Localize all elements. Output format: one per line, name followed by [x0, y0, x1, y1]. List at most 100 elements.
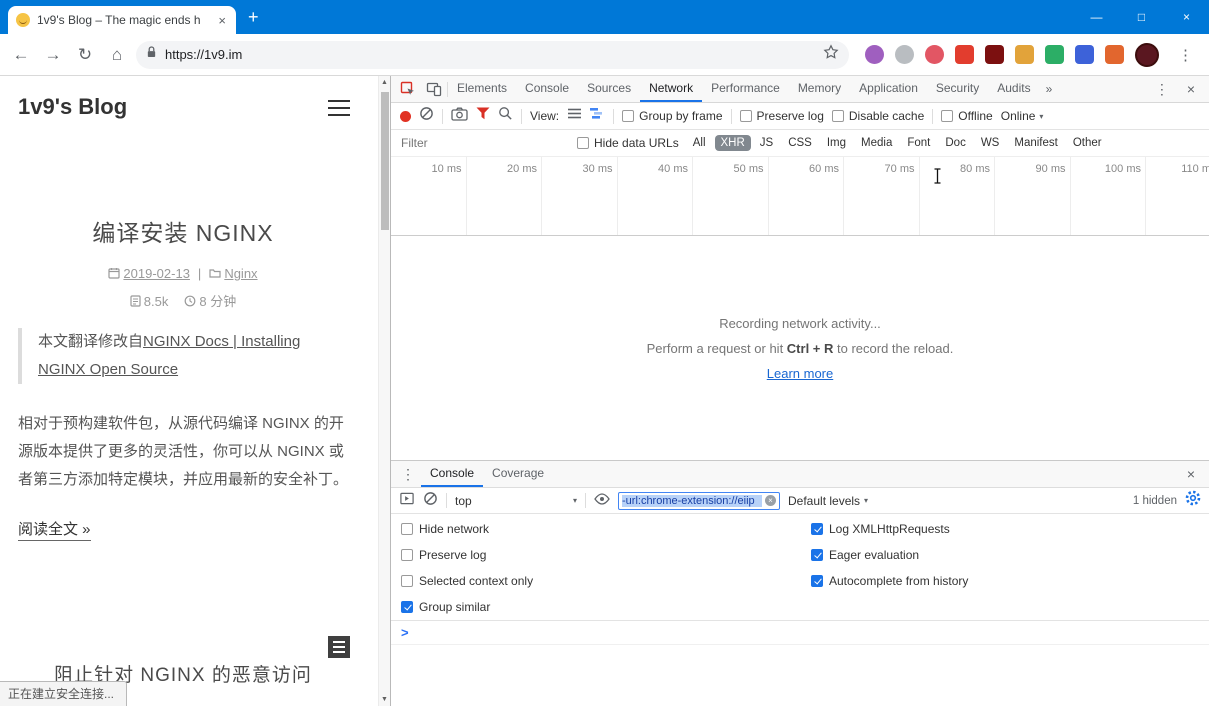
checkbox[interactable]	[622, 110, 635, 122]
padlock-icon[interactable]	[146, 45, 157, 64]
group-by-frame-checkbox[interactable]: Group by frame	[622, 109, 723, 123]
learn-more-link[interactable]: Learn more	[767, 366, 833, 381]
console-filter-input[interactable]: -url:chrome-extension://eiip ×	[618, 491, 780, 510]
extension-icon-8[interactable]	[1075, 45, 1094, 64]
console-settings-gear-icon[interactable]	[1185, 490, 1201, 511]
tab-performance[interactable]: Performance	[702, 76, 789, 102]
autocomplete-from-history-setting[interactable]: Autocomplete from history	[801, 568, 968, 594]
filter-pill-media[interactable]: Media	[855, 135, 898, 151]
drawer-tab-coverage[interactable]: Coverage	[483, 461, 553, 487]
tab-application[interactable]: Application	[850, 76, 927, 102]
group-similar-setting[interactable]: Group similar	[391, 594, 801, 620]
extension-icon-1[interactable]	[865, 45, 884, 64]
filter-pill-manifest[interactable]: Manifest	[1008, 135, 1063, 151]
post-category-link[interactable]: Nginx	[224, 266, 257, 281]
console-prompt[interactable]: >	[391, 621, 1209, 645]
bookmark-star-icon[interactable]	[823, 44, 839, 65]
network-timeline[interactable]: 10 ms 20 ms 30 ms 40 ms 50 ms 60 ms 70 m…	[391, 157, 1209, 236]
checkbox[interactable]	[811, 575, 823, 587]
filter-funnel-icon[interactable]	[476, 107, 490, 125]
checkbox[interactable]	[831, 110, 844, 122]
live-expression-eye-icon[interactable]	[594, 492, 610, 510]
devtools-menu-icon[interactable]: ⋮	[1147, 81, 1177, 98]
log-xmlhttprequests-setting[interactable]: Log XMLHttpRequests	[801, 516, 968, 542]
log-levels-dropdown[interactable]: Default levels ▾	[788, 494, 868, 508]
profile-avatar[interactable]	[1135, 42, 1159, 67]
home-icon[interactable]: ⌂	[104, 42, 130, 68]
filter-pill-img[interactable]: Img	[821, 135, 852, 151]
checkbox[interactable]	[811, 523, 823, 535]
inspect-element-icon[interactable]	[395, 77, 421, 101]
filter-pill-css[interactable]: CSS	[782, 135, 818, 151]
tab-memory[interactable]: Memory	[789, 76, 850, 102]
tab-console[interactable]: Console	[516, 76, 578, 102]
new-tab-button[interactable]: +	[248, 8, 259, 26]
browser-menu-icon[interactable]: ⋮	[1170, 46, 1201, 64]
hide-data-urls-checkbox[interactable]: Hide data URLs	[577, 136, 679, 150]
site-title[interactable]: 1v9's Blog	[18, 94, 127, 120]
throttling-dropdown[interactable]: Online ▾	[1001, 109, 1044, 123]
extension-icon-4[interactable]	[955, 45, 974, 64]
checkbox[interactable]	[401, 549, 413, 561]
record-button[interactable]	[400, 110, 411, 122]
tab-audits[interactable]: Audits	[988, 76, 1039, 102]
tab-sources[interactable]: Sources	[578, 76, 640, 102]
post-date-link[interactable]: 2019-02-13	[123, 266, 190, 281]
overview-icon[interactable]	[590, 107, 605, 125]
read-more-link[interactable]: 阅读全文 »	[18, 518, 91, 541]
capture-screenshots-icon[interactable]	[451, 107, 468, 126]
scrollbar-thumb[interactable]	[381, 92, 389, 230]
devtools-close-icon[interactable]: ×	[1177, 81, 1205, 97]
filter-pill-font[interactable]: Font	[901, 135, 936, 151]
context-selector[interactable]: top ▾	[455, 494, 577, 508]
tab-close-icon[interactable]: ×	[216, 12, 228, 29]
back-icon[interactable]: ←	[8, 42, 34, 68]
maximize-button[interactable]: □	[1119, 0, 1164, 34]
post-title[interactable]: 编译安装 NGINX	[0, 214, 366, 248]
checkbox[interactable]	[577, 137, 589, 149]
checkbox[interactable]	[941, 110, 954, 122]
checkbox[interactable]	[811, 549, 823, 561]
scrollbar-up-icon[interactable]: ▲	[379, 79, 390, 86]
extension-icon-6[interactable]	[1015, 45, 1034, 64]
large-rows-icon[interactable]	[567, 107, 582, 125]
clear-console-icon[interactable]	[423, 491, 438, 511]
filter-pill-ws[interactable]: WS	[975, 135, 1006, 151]
checkbox[interactable]	[401, 601, 413, 613]
preserve-log-checkbox[interactable]: Preserve log	[739, 109, 824, 123]
network-filter-input[interactable]	[401, 136, 569, 150]
drawer-close-icon[interactable]: ×	[1177, 466, 1205, 482]
search-icon[interactable]	[498, 106, 513, 126]
filter-pill-doc[interactable]: Doc	[939, 135, 971, 151]
filter-pill-js[interactable]: JS	[754, 135, 779, 151]
checkbox[interactable]	[401, 523, 413, 535]
hide-network-setting[interactable]: Hide network	[391, 516, 801, 542]
drawer-tab-console[interactable]: Console	[421, 461, 483, 487]
url-text[interactable]: https://1v9.im	[165, 47, 815, 62]
list-toggle-icon[interactable]	[328, 636, 350, 658]
preserve-log-setting[interactable]: Preserve log	[391, 542, 801, 568]
extension-icon-3[interactable]	[925, 45, 944, 64]
offline-checkbox[interactable]: Offline	[941, 109, 993, 123]
console-filter-value[interactable]: -url:chrome-extension://eiip	[622, 494, 762, 507]
checkbox[interactable]	[739, 110, 752, 122]
extension-icon-5[interactable]	[985, 45, 1004, 64]
page-scrollbar[interactable]: ▲ ▼	[378, 76, 390, 706]
device-toolbar-icon[interactable]	[421, 77, 447, 101]
drawer-menu-icon[interactable]: ⋮	[395, 462, 421, 486]
minimize-button[interactable]: —	[1074, 0, 1119, 34]
hamburger-menu-icon[interactable]	[328, 100, 350, 121]
filter-pill-other[interactable]: Other	[1067, 135, 1108, 151]
scrollbar-down-icon[interactable]: ▼	[379, 696, 390, 703]
close-button[interactable]: ×	[1164, 0, 1209, 34]
selected-context-only-setting[interactable]: Selected context only	[391, 568, 801, 594]
forward-icon[interactable]: →	[40, 42, 66, 68]
browser-tab[interactable]: 1v9's Blog – The magic ends h ×	[8, 6, 236, 34]
clear-filter-icon[interactable]: ×	[765, 495, 776, 506]
tab-elements[interactable]: Elements	[448, 76, 516, 102]
tab-network[interactable]: Network	[640, 76, 702, 102]
clear-icon[interactable]	[419, 106, 434, 126]
reload-icon[interactable]: ↻	[72, 42, 98, 68]
extension-icon-7[interactable]	[1045, 45, 1064, 64]
eager-evaluation-setting[interactable]: Eager evaluation	[801, 542, 968, 568]
